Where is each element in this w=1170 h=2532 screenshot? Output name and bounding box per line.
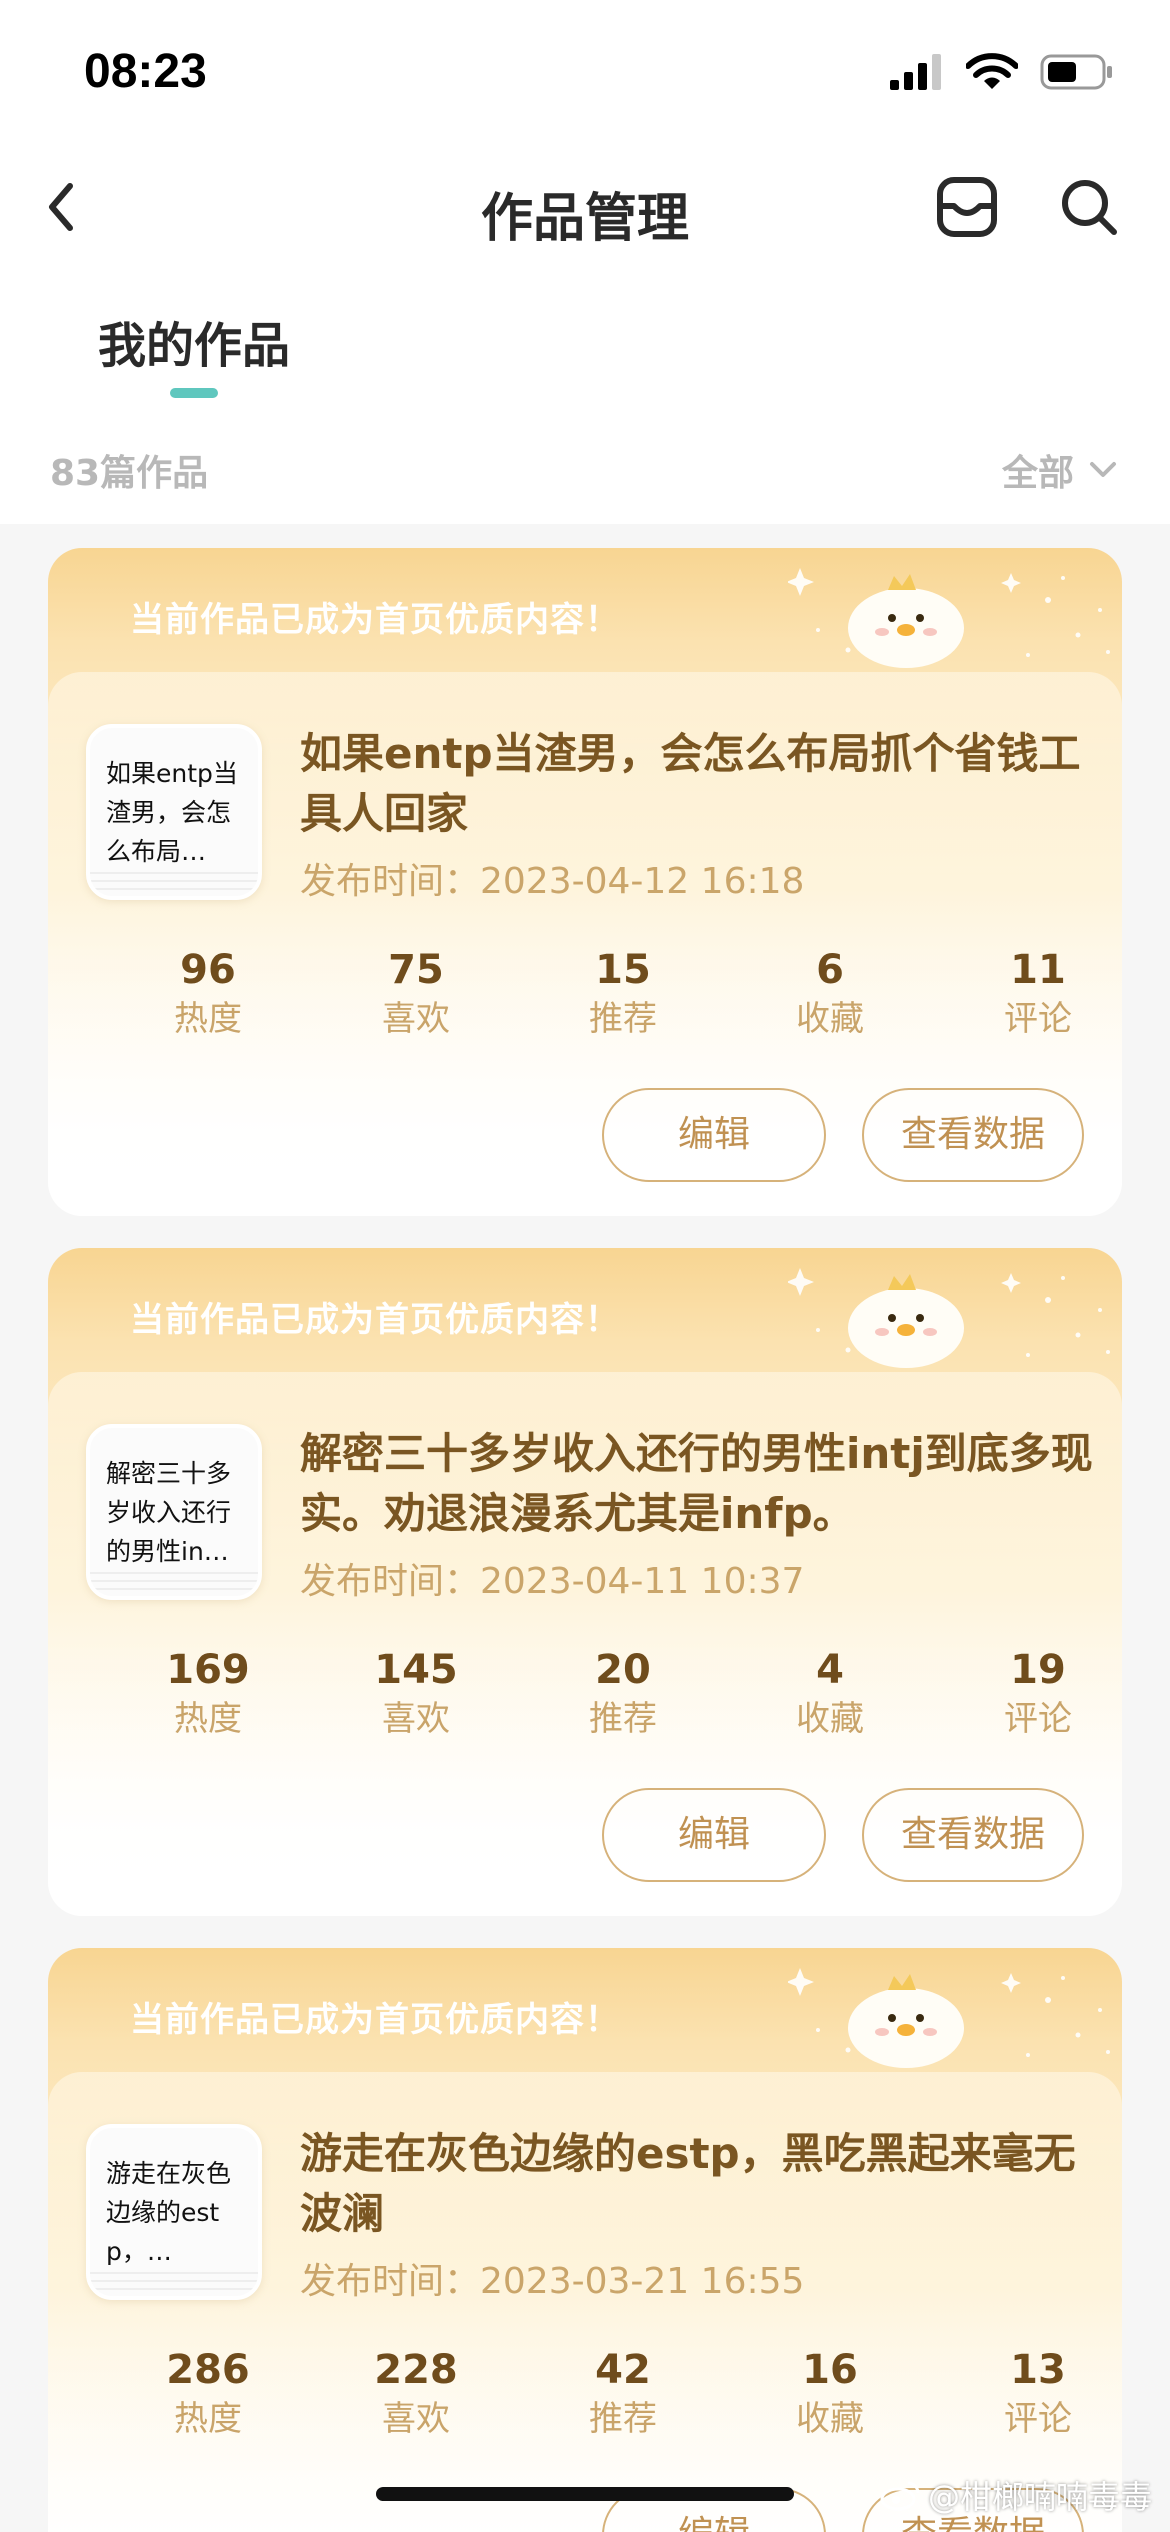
thumbnail-text: 游走在灰色边缘的estp，… bbox=[106, 2159, 232, 2266]
stat-label: 喜欢 bbox=[382, 2399, 450, 2439]
view-data-button[interactable]: 查看数据 bbox=[862, 1088, 1084, 1182]
work-title[interactable]: 如果entp当渣男，会怎么布局抓个省钱工具人回家 bbox=[300, 724, 1100, 844]
mascot-chick-icon bbox=[788, 568, 1110, 668]
work-thumbnail[interactable]: 解密三十多岁收入还行的男性in… bbox=[86, 1424, 262, 1600]
stat-recommends: 15 推荐 bbox=[523, 946, 723, 1044]
battery-icon bbox=[1040, 54, 1112, 90]
stat-value: 15 bbox=[595, 947, 651, 993]
stat-likes: 228 喜欢 bbox=[316, 2346, 516, 2444]
stat-favorites: 6 收藏 bbox=[730, 946, 930, 1044]
stat-label: 推荐 bbox=[589, 2399, 657, 2439]
stat-comments: 11 评论 bbox=[938, 946, 1122, 1044]
stat-comments: 13 评论 bbox=[938, 2346, 1122, 2444]
filter-label: 全部 bbox=[1001, 453, 1074, 494]
work-card[interactable]: 当前作品已成为首页优质内容！ 解密三十多岁收入还行的男性in… 解密三十多岁收入… bbox=[48, 1248, 1122, 1916]
stat-label: 热度 bbox=[174, 1699, 242, 1739]
work-stats: 96 热度 75 喜欢 15 推荐 6 收藏 11 评论 bbox=[48, 946, 1122, 1046]
stat-label: 收藏 bbox=[796, 1699, 864, 1739]
tab-active-indicator bbox=[170, 388, 218, 398]
stat-value: 16 bbox=[802, 2347, 858, 2393]
quality-banner: 当前作品已成为首页优质内容！ bbox=[130, 1300, 620, 1340]
work-stats: 169 热度 145 喜欢 20 推荐 4 收藏 19 评论 bbox=[48, 1646, 1122, 1746]
work-title[interactable]: 解密三十多岁收入还行的男性intj到底多现实。劝退浪漫系尤其是infp。 bbox=[300, 1424, 1100, 1544]
stat-label: 收藏 bbox=[796, 999, 864, 1039]
stat-value: 11 bbox=[1010, 947, 1066, 993]
work-thumbnail[interactable]: 如果entp当渣男，会怎么布局… bbox=[86, 724, 262, 900]
publish-time: 发布时间：2023-04-12 16:18 bbox=[300, 861, 805, 902]
stat-value: 169 bbox=[166, 1647, 250, 1693]
stat-likes: 145 喜欢 bbox=[316, 1646, 516, 1744]
mascot-chick-icon bbox=[788, 1968, 1110, 2068]
weibo-icon bbox=[880, 2481, 920, 2511]
edit-button[interactable]: 编辑 bbox=[602, 1088, 826, 1182]
stat-heat: 286 热度 bbox=[108, 2346, 308, 2444]
stat-value: 96 bbox=[180, 947, 236, 993]
status-time: 08:23 bbox=[84, 45, 207, 98]
stat-label: 喜欢 bbox=[382, 1699, 450, 1739]
stat-value: 42 bbox=[595, 2347, 651, 2393]
stat-likes: 75 喜欢 bbox=[316, 946, 516, 1044]
stat-value: 145 bbox=[374, 1647, 458, 1693]
works-count: 83篇作品 bbox=[50, 453, 209, 494]
stat-value: 75 bbox=[388, 947, 444, 993]
filter-dropdown[interactable]: 全部 bbox=[1002, 444, 1118, 496]
thumbnail-text: 解密三十多岁收入还行的男性in… bbox=[106, 1459, 232, 1566]
stat-recommends: 20 推荐 bbox=[523, 1646, 723, 1744]
stat-heat: 96 热度 bbox=[108, 946, 308, 1044]
chevron-down-icon bbox=[1090, 462, 1116, 477]
work-card[interactable]: 当前作品已成为首页优质内容！ 游走在灰色边缘的estp，… 游走在灰色边缘的es… bbox=[48, 1948, 1122, 2532]
stat-label: 评论 bbox=[1004, 1699, 1072, 1739]
stat-value: 286 bbox=[166, 2347, 250, 2393]
stat-label: 评论 bbox=[1004, 999, 1072, 1039]
signal-icon bbox=[890, 54, 941, 90]
stat-value: 20 bbox=[595, 1647, 651, 1693]
stat-value: 4 bbox=[816, 1647, 844, 1693]
thumbnail-lines bbox=[90, 1572, 258, 1596]
stat-label: 推荐 bbox=[589, 999, 657, 1039]
stat-value: 228 bbox=[374, 2347, 458, 2393]
stat-label: 收藏 bbox=[796, 2399, 864, 2439]
stat-recommends: 42 推荐 bbox=[523, 2346, 723, 2444]
stat-label: 喜欢 bbox=[382, 999, 450, 1039]
stat-favorites: 16 收藏 bbox=[730, 2346, 930, 2444]
watermark-text: @柑榔喃喃毒毒 bbox=[927, 2478, 1152, 2516]
work-title[interactable]: 游走在灰色边缘的estp，黑吃黑起来毫无波澜 bbox=[300, 2124, 1100, 2244]
search-icon[interactable] bbox=[1058, 176, 1120, 238]
thumbnail-text: 如果entp当渣男，会怎么布局… bbox=[106, 759, 238, 866]
thumbnail-lines bbox=[90, 2272, 258, 2296]
tab-my-works[interactable]: 我的作品 bbox=[98, 306, 290, 376]
work-stats: 286 热度 228 喜欢 42 推荐 16 收藏 13 评论 bbox=[48, 2346, 1122, 2446]
status-icons bbox=[888, 52, 1114, 92]
edit-button[interactable]: 编辑 bbox=[602, 1788, 826, 1882]
stat-label: 热度 bbox=[174, 2399, 242, 2439]
publish-time: 发布时间：2023-04-11 10:37 bbox=[300, 1561, 805, 1602]
stat-favorites: 4 收藏 bbox=[730, 1646, 930, 1744]
stat-comments: 19 评论 bbox=[938, 1646, 1122, 1744]
stat-value: 19 bbox=[1010, 1647, 1066, 1693]
stat-label: 评论 bbox=[1004, 2399, 1072, 2439]
header-area: 08:23 作品管理 我的作品 83篇作品 全部 bbox=[0, 0, 1170, 524]
stat-value: 6 bbox=[816, 947, 844, 993]
quality-banner: 当前作品已成为首页优质内容！ bbox=[130, 2000, 620, 2040]
mascot-chick-icon bbox=[788, 1268, 1110, 1368]
wifi-icon bbox=[966, 53, 1018, 89]
view-data-button[interactable]: 查看数据 bbox=[862, 1788, 1084, 1882]
stat-label: 热度 bbox=[174, 999, 242, 1039]
inbox-icon[interactable] bbox=[936, 176, 998, 238]
stat-heat: 169 热度 bbox=[108, 1646, 308, 1744]
publish-time: 发布时间：2023-03-21 16:55 bbox=[300, 2261, 805, 2302]
stat-value: 13 bbox=[1010, 2347, 1066, 2393]
home-indicator[interactable] bbox=[376, 2487, 794, 2501]
work-thumbnail[interactable]: 游走在灰色边缘的estp，… bbox=[86, 2124, 262, 2300]
work-card[interactable]: 当前作品已成为首页优质内容！ 如果entp当渣男，会怎么布局… 如果entp当渣… bbox=[48, 548, 1122, 1216]
thumbnail-lines bbox=[90, 872, 258, 896]
quality-banner: 当前作品已成为首页优质内容！ bbox=[130, 600, 620, 640]
stat-label: 推荐 bbox=[589, 1699, 657, 1739]
watermark: @柑榔喃喃毒毒 bbox=[880, 2472, 1152, 2518]
